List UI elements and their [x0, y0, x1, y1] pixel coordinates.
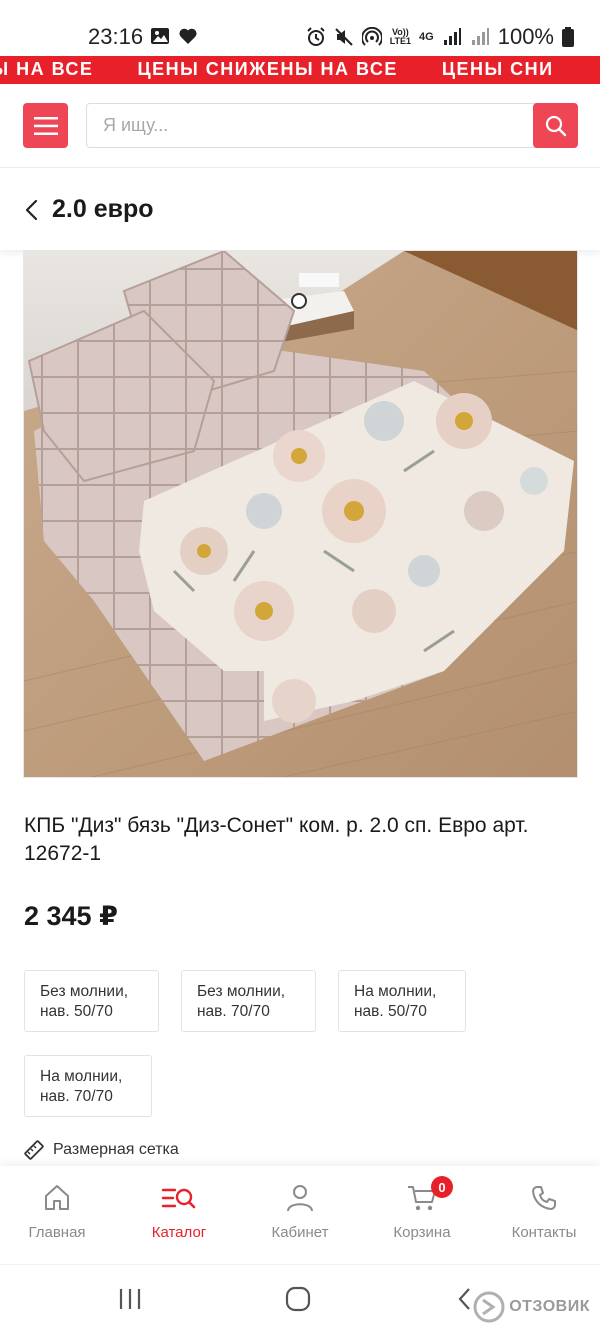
phone-icon — [532, 1186, 556, 1210]
nav-item-cart[interactable]: 0 Корзина — [367, 1176, 477, 1241]
variant-option[interactable]: На молнии, нав. 50/70 — [338, 970, 466, 1032]
search-button[interactable] — [533, 103, 578, 148]
bedding-photo — [24, 251, 577, 777]
search-icon — [545, 115, 566, 136]
hotspot-icon — [361, 27, 382, 46]
variant-option[interactable]: На молнии, нав. 70/70 — [24, 1055, 152, 1117]
menu-button[interactable] — [23, 103, 68, 148]
heart-icon — [179, 28, 197, 44]
home-circle-icon[interactable] — [284, 1286, 312, 1312]
home-icon — [45, 1185, 69, 1210]
signal-icon — [443, 28, 461, 45]
recent-apps-icon[interactable] — [117, 1287, 143, 1311]
promo-banner[interactable]: НЫ НА ВСЕ ЦЕНЫ СНИЖЕНЫ НА ВСЕ ЦЕНЫ СНИ — [0, 56, 600, 84]
cart-count-badge: 0 — [431, 1176, 453, 1198]
page-title: 2.0 евро — [52, 195, 154, 223]
system-nav-bar: ОТЗОВИК — [0, 1264, 600, 1333]
nav-item-home[interactable]: Главная — [2, 1180, 112, 1241]
search-box — [86, 103, 578, 148]
variant-option[interactable]: Без молнии, нав. 70/70 — [181, 970, 316, 1032]
user-icon — [287, 1185, 313, 1212]
title-row: 2.0 евро — [0, 170, 600, 250]
status-time: 23:16 — [88, 24, 144, 49]
mute-icon — [334, 28, 353, 46]
search-input[interactable] — [103, 104, 523, 147]
network-gen: 4G — [419, 31, 434, 43]
ruler-icon — [24, 1140, 44, 1160]
size-chart-link[interactable]: Размерная сетка — [24, 1140, 179, 1160]
hamburger-icon — [33, 116, 58, 135]
product-image[interactable] — [23, 250, 578, 778]
product-price: 2 345 ₽ — [24, 901, 118, 931]
otzovik-logo-icon — [473, 1291, 505, 1323]
chevron-left-icon[interactable] — [22, 198, 42, 222]
catalog-search-icon — [161, 1188, 196, 1209]
nav-item-catalog[interactable]: Каталог — [124, 1180, 234, 1241]
volte-icon: Vo)) LTE1 — [389, 27, 412, 46]
header — [0, 84, 600, 168]
bottom-nav: Главная Каталог Кабинет 0 Корзина Контак… — [0, 1166, 600, 1264]
nav-item-contacts[interactable]: Контакты — [489, 1180, 599, 1241]
battery-icon — [562, 27, 574, 47]
battery-level: 100% — [497, 24, 554, 49]
variant-option[interactable]: Без молнии, нав. 50/70 — [24, 970, 159, 1032]
back-arrow-icon[interactable] — [455, 1287, 475, 1311]
promo-text: ЦЕНЫ СНИ — [441, 59, 554, 79]
promo-text: НЫ НА ВСЕ — [0, 59, 94, 79]
alarm-icon — [306, 27, 325, 46]
status-bar: 23:16 Vo)) LTE1 4G 100% — [0, 0, 600, 58]
product-name: КПБ "Диз" бязь "Диз-Сонет" ком. р. 2.0 с… — [24, 814, 529, 865]
signal-icon — [471, 28, 489, 45]
size-chart-label: Размерная сетка — [53, 1141, 179, 1158]
watermark: ОТЗОВИК — [473, 1291, 590, 1323]
image-icon — [151, 28, 169, 44]
nav-item-account[interactable]: Кабинет — [245, 1180, 355, 1241]
promo-text: ЦЕНЫ СНИЖЕНЫ НА ВСЕ — [137, 59, 398, 79]
